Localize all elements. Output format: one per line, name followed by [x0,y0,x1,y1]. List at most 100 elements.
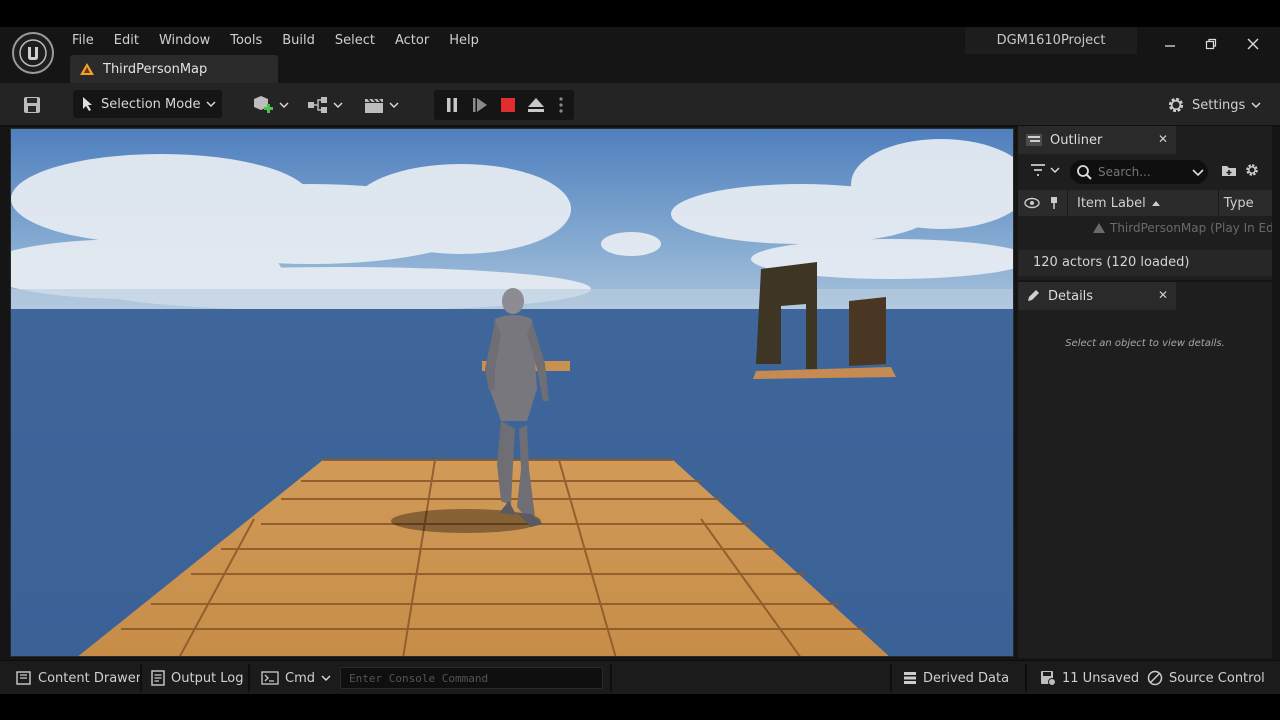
filter-icon [1031,164,1045,176]
restore-button[interactable] [1191,31,1231,57]
outliner-tab[interactable]: Outliner ✕ [1018,126,1176,154]
add-folder-button[interactable] [1221,163,1237,181]
level-tab[interactable]: ThirdPersonMap [70,55,278,83]
divider [140,664,142,692]
menu-help[interactable]: Help [439,30,489,52]
project-name: DGM1610Project [965,27,1137,54]
eject-button[interactable] [524,90,548,120]
outliner-icon [1026,134,1042,146]
close-window-button[interactable] [1233,31,1273,57]
output-log-label: Output Log [171,670,244,686]
chevron-down-icon [389,102,399,108]
eject-icon [528,98,544,112]
console-command-input[interactable] [340,667,603,689]
pause-button[interactable] [440,90,464,120]
content-drawer-label: Content Drawer [38,670,142,686]
pin-icon[interactable] [1049,196,1059,210]
outliner-settings-button[interactable] [1244,162,1260,182]
restore-icon [1205,38,1217,50]
chevron-down-icon [1050,167,1060,173]
cmd-dropdown[interactable]: Cmd [261,665,331,691]
level-icon [80,63,94,75]
close-details-button[interactable]: ✕ [1158,288,1168,302]
cinematics-button[interactable] [361,90,401,120]
details-empty-message: Select an object to view details. [1065,338,1225,349]
selection-mode-dropdown[interactable]: Selection Mode [73,90,222,118]
derived-data-button[interactable]: Derived Data [903,665,1009,691]
type-column[interactable]: Type [1224,196,1254,211]
menu-window[interactable]: Window [149,30,220,52]
game-scene-image [11,129,1013,656]
unreal-logo-icon[interactable] [12,32,54,74]
menu-select[interactable]: Select [325,30,385,52]
search-icon [1077,165,1092,180]
outliner-toolbar [1018,158,1272,188]
visibility-eye-icon[interactable] [1024,197,1040,209]
pencil-icon [1028,290,1039,301]
content-drawer-icon [16,671,31,685]
menu-file[interactable]: File [62,30,104,52]
filter-button[interactable] [1030,164,1060,176]
gear-icon [1246,164,1258,176]
chevron-down-icon [321,675,331,681]
character-shadow [391,509,541,533]
settings-label: Settings [1192,97,1246,113]
level-viewport[interactable] [10,128,1014,657]
menu-tools[interactable]: Tools [220,30,272,52]
blueprint-icon [308,97,327,113]
actor-count: 120 actors (120 loaded) [1018,250,1272,276]
menu-edit[interactable]: Edit [104,30,149,52]
cursor-icon [83,97,92,111]
chevron-down-icon [1192,169,1204,176]
outliner-search-input[interactable] [1098,165,1186,179]
play-options-button[interactable] [552,90,570,120]
status-bar: Content Drawer Output Log Cmd Derived Da… [0,660,1280,694]
pause-icon [447,98,457,112]
output-log-button[interactable]: Output Log [151,665,244,691]
clapperboard-icon [365,98,383,113]
gear-icon [1168,97,1184,113]
minimize-icon [1165,45,1175,47]
frame-skip-icon [473,98,487,112]
outliner-search[interactable] [1070,160,1208,184]
add-actor-button[interactable] [251,90,291,120]
settings-button[interactable]: Settings [1166,90,1261,120]
source-control-label: Source Control [1169,670,1265,686]
divider [248,664,250,692]
chevron-down-icon [206,101,216,107]
sort-ascending-icon [1151,201,1160,206]
title-bar: File Edit Window Tools Build Select Acto… [0,27,1280,83]
save-icon [24,97,40,113]
outliner-title: Outliner [1050,132,1103,148]
source-control-button[interactable]: Source Control [1147,665,1265,691]
content-drawer-button[interactable]: Content Drawer [16,665,141,691]
close-outliner-button[interactable]: ✕ [1158,132,1168,146]
divider [1025,664,1027,692]
details-tab[interactable]: Details ✕ [1018,282,1176,310]
add-folder-icon [1222,166,1236,176]
blueprints-button[interactable] [305,90,345,120]
outliner-column-header: Item Label Type [1018,190,1272,216]
divider [610,664,612,692]
terminal-icon [261,671,279,685]
cmd-label: Cmd [285,670,315,686]
chevron-down-icon [1251,102,1261,108]
frame-skip-button[interactable] [468,90,492,120]
outliner-root-label: ThirdPersonMap (Play In Ed [1110,221,1272,235]
menu-actor[interactable]: Actor [385,30,439,52]
minimize-button[interactable] [1150,31,1190,57]
save-button[interactable] [20,90,44,120]
outliner-panel: Outliner ✕ Item Label Type ThirdPersonMa… [1018,126,1272,280]
stop-icon [501,98,515,112]
output-log-icon [151,670,165,686]
menu-build[interactable]: Build [272,30,325,52]
item-label-column[interactable]: Item Label [1077,196,1146,211]
unsaved-label: 11 Unsaved [1062,670,1140,686]
source-control-disabled-icon [1147,670,1163,686]
play-controls [434,90,574,120]
divider [890,664,892,692]
outliner-row-root[interactable]: ThirdPersonMap (Play In Ed [1018,218,1272,238]
stop-button[interactable] [496,90,520,120]
unsaved-button[interactable]: 11 Unsaved [1040,665,1139,691]
selection-mode-label: Selection Mode [101,96,201,112]
